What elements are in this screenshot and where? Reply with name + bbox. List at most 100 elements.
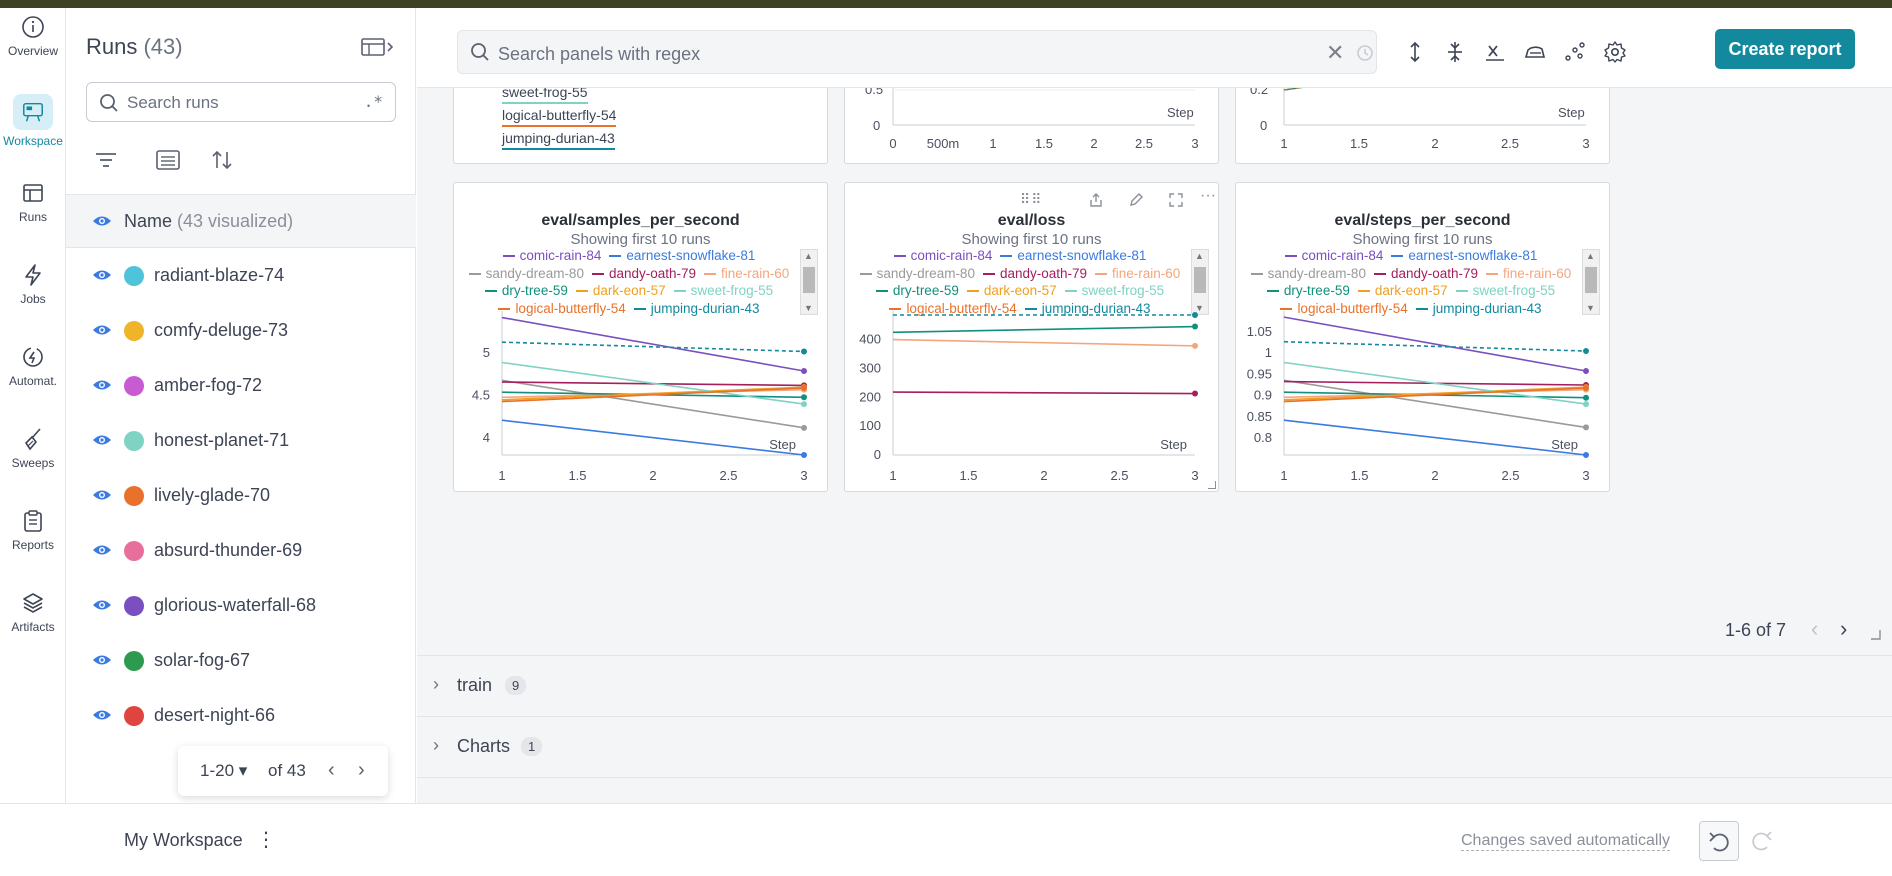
nav-runs[interactable]: Runs [0,180,66,224]
run-color-swatch[interactable] [124,266,144,286]
panel-search-input[interactable]: Search panels with regex ✕ [457,30,1377,74]
x-tick: 1 [989,136,996,151]
undo-button[interactable] [1699,821,1739,861]
more-vertical-icon[interactable]: ⋮ [256,827,276,852]
run-color-swatch[interactable] [124,706,144,726]
y-tick-label: 1.05 [1247,324,1272,339]
nav-artifacts[interactable]: Artifacts [0,590,66,634]
run-color-swatch[interactable] [124,541,144,561]
y-tick-label: 4.5 [472,388,490,403]
nav-automations[interactable]: Automat. [0,344,66,388]
legend-label: jumping-durian-43 [502,130,615,146]
run-color-swatch[interactable] [124,596,144,616]
outliers-icon[interactable] [1563,40,1587,64]
series-end-point [1583,394,1589,401]
eye-icon[interactable] [92,542,112,558]
eye-icon[interactable] [92,377,112,393]
table-view-toggle-icon[interactable] [360,36,396,58]
run-color-swatch[interactable] [124,321,144,341]
search-runs-input[interactable]: Search runs .* [86,82,396,122]
chevron-right-icon[interactable]: › [358,759,365,782]
eye-icon[interactable] [92,213,112,229]
x-tick: 1.5 [1350,136,1368,151]
nav-jobs[interactable]: Jobs [0,262,66,306]
chart-panel[interactable]: eval/steps_per_second Showing first 10 ru… [1235,182,1610,492]
series-line [1283,379,1587,429]
sort-icon[interactable] [208,148,236,172]
workspace-name[interactable]: My Workspace [124,830,243,851]
nav-overview[interactable]: Overview [0,14,66,58]
expand-vertical-icon[interactable] [1403,40,1427,64]
eye-icon[interactable] [92,322,112,338]
run-name[interactable]: honest-planet-71 [154,430,289,451]
run-color-swatch[interactable] [124,376,144,396]
group-icon[interactable] [154,148,182,172]
y-tick-label: 0.85 [1247,409,1272,424]
eye-icon[interactable] [92,707,112,723]
run-row[interactable]: glorious-waterfall-68 [66,579,416,634]
bottom-bar: My Workspace ⋮ Changes saved automatical… [0,803,1892,876]
panel-resize-handle[interactable] [1208,481,1216,489]
create-report-button[interactable]: Create report [1715,29,1855,69]
x-tick-label: 1 [889,468,896,483]
resize-handle-icon[interactable] [1869,628,1881,640]
eye-icon[interactable] [92,487,112,503]
run-row[interactable]: amber-fog-72 [66,359,416,414]
eye-icon[interactable] [92,432,112,448]
run-name[interactable]: lively-glade-70 [154,485,270,506]
chart-panel[interactable]: eval/samples_per_second Showing first 10 … [453,182,828,492]
run-row[interactable]: radiant-blaze-74 [66,249,416,304]
nav-label: Jobs [20,292,46,306]
nav-reports[interactable]: Reports [0,508,66,552]
regex-toggle[interactable]: .* [364,92,383,111]
run-row[interactable]: desert-night-66 [66,689,416,744]
run-name[interactable]: radiant-blaze-74 [154,265,284,286]
x-tick: 2 [1431,136,1438,151]
run-name[interactable]: amber-fog-72 [154,375,262,396]
section-charts[interactable]: › Charts 1 [417,716,1892,776]
run-name[interactable]: absurd-thunder-69 [154,540,302,561]
section-train[interactable]: › train 9 [417,655,1892,715]
eye-icon[interactable] [92,652,112,668]
run-color-swatch[interactable] [124,486,144,506]
run-row[interactable]: lively-glade-70 [66,469,416,524]
x-tick-label: 1.5 [568,468,586,483]
page-size-select[interactable]: 1-20 ▾ [200,761,247,781]
nav-workspace[interactable]: Workspace [0,94,66,148]
runs-count: (43) [143,34,183,59]
search-runs-placeholder: Search runs [127,93,219,112]
x-tick-label: 2.5 [1110,468,1128,483]
collapse-vertical-icon[interactable] [1443,40,1467,64]
chevron-right-icon[interactable]: › [1840,616,1847,642]
clear-icon[interactable]: ✕ [1326,40,1344,66]
chart-panel[interactable]: eval/loss Showing first 10 runs ⠿⠿ ··· comic… [844,182,1219,492]
series-line [1283,340,1587,352]
eye-icon[interactable] [92,267,112,283]
run-color-swatch[interactable] [124,431,144,451]
top-strip [0,0,1892,8]
run-row[interactable]: solar-fog-67 [66,634,416,689]
filter-icon[interactable] [92,148,120,172]
series-line [1283,316,1587,372]
runs-title: Runs (43) [86,34,183,59]
line-chart: 400 300 200 100 01 1.5 2 2.5 3 Step [859,311,1199,483]
run-row[interactable]: honest-planet-71 [66,414,416,469]
history-icon[interactable] [1356,44,1374,62]
run-name[interactable]: comfy-deluge-73 [154,320,288,341]
run-name[interactable]: desert-night-66 [154,705,275,726]
smoothing-iron-icon[interactable] [1523,40,1547,64]
chevron-right-icon: › [433,674,439,694]
eye-icon[interactable] [92,597,112,613]
x-axis-icon[interactable] [1483,40,1507,64]
redo-button[interactable] [1741,821,1781,861]
run-row[interactable]: comfy-deluge-73 [66,304,416,359]
nav-sweeps[interactable]: Sweeps [0,426,66,470]
run-name[interactable]: glorious-waterfall-68 [154,595,316,616]
name-column-header[interactable]: Name (43 visualized) [66,194,416,248]
gear-icon[interactable] [1603,40,1627,64]
run-row[interactable]: absurd-thunder-69 [66,524,416,579]
run-color-swatch[interactable] [124,651,144,671]
chevron-left-icon[interactable]: ‹ [328,759,335,782]
run-name[interactable]: solar-fog-67 [154,650,250,671]
chevron-left-icon[interactable]: ‹ [1811,616,1818,642]
